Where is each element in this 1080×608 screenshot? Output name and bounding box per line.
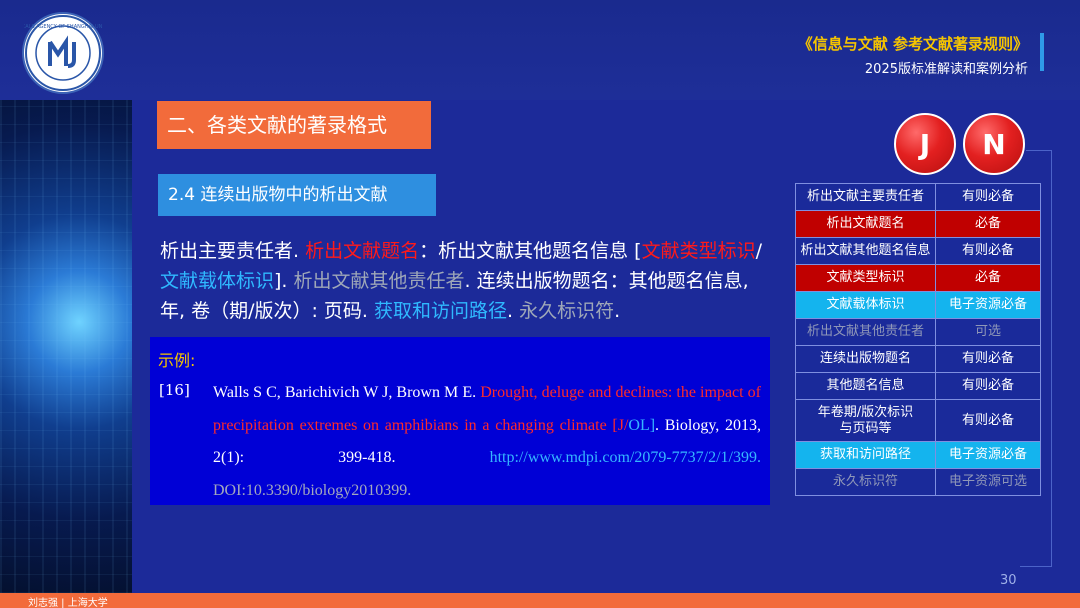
format-text-segment: 文献载体标识 <box>160 270 275 292</box>
frame-line-right <box>1051 150 1052 566</box>
format-text-segment: . <box>614 300 621 322</box>
table-cell-requirement: 有则必备 <box>935 345 1041 373</box>
table-cell-field: 文献类型标识 <box>795 264 936 292</box>
table-cell-field: 析出文献题名 <box>795 210 936 238</box>
table-cell-field: 其他题名信息 <box>795 372 936 400</box>
table-cell-requirement: 必备 <box>935 264 1041 292</box>
frame-line-bottom <box>1020 566 1052 567</box>
university-emblem-icon: PERIODICALS AGENCY OF SHANGHAI UNIVERSIT… <box>24 15 102 91</box>
table-cell-requirement: 电子资源必备 <box>935 441 1041 469</box>
reference-segment: Walls S C, Barichivich W J, Brown M E. <box>213 384 481 401</box>
university-logo: PERIODICALS AGENCY OF SHANGHAI UNIVERSIT… <box>22 12 104 94</box>
table-row: 文献类型标识 必备 <box>795 264 1041 292</box>
table-cell-field: 永久标识符 <box>795 468 936 496</box>
presentation-title: 《信息与文献 参考文献著录规则》 2025版标准解读和案例分析 <box>798 33 1028 77</box>
table-cell-field: 获取和访问路径 <box>795 441 936 469</box>
table-row: 连续出版物题名 有则必备 <box>795 345 1041 373</box>
table-cell-field: 年卷期/版次标识 与页码等 <box>795 399 936 442</box>
reference-number: [16] <box>159 381 190 399</box>
format-text-segment: ]. <box>274 270 294 292</box>
format-text-segment: 文献类型标识 <box>641 240 756 262</box>
title-main: 《信息与文献 参考文献著录规则》 <box>797 35 1028 53</box>
subsection-title: 2.4 连续出版物中的析出文献 <box>158 174 436 216</box>
table-cell-requirement: 有则必备 <box>935 237 1041 265</box>
format-text-segment: . <box>507 300 520 322</box>
table-row: 永久标识符 电子资源可选 <box>795 468 1041 496</box>
frame-line-top <box>1026 150 1052 151</box>
section-title: 二、各类文献的著录格式 <box>157 101 431 149</box>
table-cell-field: 析出文献其他题名信息 <box>795 237 936 265</box>
table-cell-field: 连续出版物题名 <box>795 345 936 373</box>
example-box: 示例: [16] Walls S C, Barichivich W J, Bro… <box>150 337 770 505</box>
reference-segment: DOI:10.3390/biology2010399. <box>213 481 412 499</box>
table-row: 获取和访问路径 电子资源必备 <box>795 441 1041 469</box>
format-description: 析出主要责任者. 析出文献题名：析出文献其他题名信息 [文献类型标识/ 文献载体标… <box>160 236 770 326</box>
table-cell-field: 析出文献主要责任者 <box>795 183 936 211</box>
table-row: 文献载体标识 电子资源必备 <box>795 291 1041 319</box>
table-cell-requirement: 电子资源可选 <box>935 468 1041 496</box>
footer-bar: 刘志强 | 上海大学 <box>0 593 1080 608</box>
slide: PERIODICALS AGENCY OF SHANGHAI UNIVERSIT… <box>0 0 1080 608</box>
table-row: 析出文献其他责任者 可选 <box>795 318 1041 346</box>
reference-segment: OL] <box>628 416 656 434</box>
title-accent-bar <box>1040 33 1044 71</box>
table-cell-requirement: 必备 <box>935 210 1041 238</box>
table-cell-field: 析出文献其他责任者 <box>795 318 936 346</box>
reference-segment: http://www.mdpi.com/2079-7737/2/1/399. <box>489 449 761 466</box>
format-text-segment: 析出主要责任者. <box>160 240 306 262</box>
badge-j: J <box>894 113 956 175</box>
table-row: 析出文献主要责任者 有则必备 <box>795 183 1041 211</box>
format-text-segment: 析出文献其他责任者 <box>293 270 465 292</box>
reference-segment: [J/ <box>612 416 629 434</box>
format-text-segment: ：析出文献其他题名信息 [ <box>419 240 642 262</box>
table-cell-requirement: 可选 <box>935 318 1041 346</box>
format-text-segment: 析出文献题名 <box>305 240 420 262</box>
format-text-segment: 获取和访问路径 <box>374 300 508 322</box>
format-text-segment: / <box>755 240 762 262</box>
table-cell-field: 文献载体标识 <box>795 291 936 319</box>
reference-entry: Walls S C, Barichivich W J, Brown M E. D… <box>213 377 761 507</box>
table-cell-requirement: 有则必备 <box>935 183 1041 211</box>
table-cell-requirement: 有则必备 <box>935 372 1041 400</box>
badge-n: N <box>963 113 1025 175</box>
table-row: 年卷期/版次标识 与页码等 有则必备 <box>795 399 1041 442</box>
table-cell-requirement: 有则必备 <box>935 399 1041 442</box>
page-number: 30 <box>1000 573 1017 588</box>
title-subtitle: 2025版标准解读和案例分析 <box>864 62 1028 77</box>
decorative-tech-panel <box>0 100 132 593</box>
table-row: 析出文献题名 必备 <box>795 210 1041 238</box>
table-row: 析出文献其他题名信息 有则必备 <box>795 237 1041 265</box>
footer-text: 刘志强 | 上海大学 <box>28 598 108 608</box>
example-label: 示例: <box>158 351 196 370</box>
table-row: 其他题名信息 有则必备 <box>795 372 1041 400</box>
elements-table: 析出文献主要责任者 有则必备 析出文献题名 必备 析出文献其他题名信息 有则必备 文献类型标… <box>795 183 1041 496</box>
format-text-segment: 永久标识符 <box>519 300 615 322</box>
table-cell-requirement: 电子资源必备 <box>935 291 1041 319</box>
svg-text:PERIODICALS AGENCY OF SHANGHAI: PERIODICALS AGENCY OF SHANGHAI UNIVERSIT… <box>24 24 102 30</box>
